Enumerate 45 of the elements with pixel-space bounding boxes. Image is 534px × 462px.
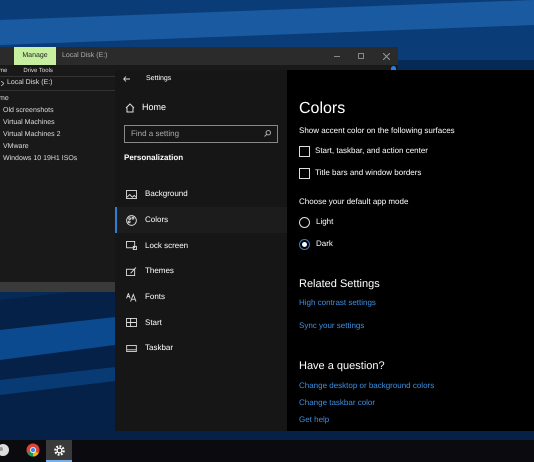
taskbar-icon	[126, 344, 137, 352]
help-icon[interactable]	[391, 66, 396, 70]
link[interactable]: Change desktop or background colors	[299, 380, 434, 392]
nav-item[interactable]: Background	[115, 182, 287, 208]
back-icon[interactable]	[123, 76, 130, 82]
link[interactable]: Change taskbar color	[299, 397, 376, 409]
nav-item[interactable]: Themes	[115, 258, 287, 284]
mode-label: Choose your default app mode	[299, 196, 410, 208]
link[interactable]: Get help	[299, 414, 330, 426]
section-heading: Personalization	[124, 152, 184, 164]
chevron-icon	[1, 81, 4, 86]
radio-label: Dark	[316, 238, 333, 250]
section-heading: Have a question?	[299, 358, 386, 374]
search-field[interactable]: Find a setting	[124, 124, 278, 142]
taskbar-button[interactable]	[46, 440, 72, 462]
link[interactable]: High contrast settings	[299, 296, 376, 308]
section-heading: Related Settings	[299, 277, 381, 292]
nav-item[interactable]: Fonts	[115, 284, 287, 310]
image-icon	[126, 190, 137, 199]
checkbox[interactable]	[299, 146, 310, 156]
nav-item[interactable]: Lock screen	[115, 232, 287, 259]
close-icon[interactable]	[383, 52, 390, 60]
checkbox-label: Start, taskbar, and action center	[315, 145, 428, 157]
app-icon	[0, 443, 10, 457]
checkbox-label: Title bars and window borders	[315, 167, 422, 179]
page-heading: Colors	[299, 99, 346, 119]
brush-icon	[126, 266, 137, 276]
home-item[interactable]: Home	[115, 101, 287, 114]
palette-icon	[126, 214, 137, 226]
chrome-icon	[26, 443, 40, 457]
maximize-icon[interactable]	[358, 53, 364, 59]
radio-label: Light	[316, 216, 334, 228]
nav-item[interactable]: Start	[115, 310, 287, 336]
nav-item[interactable]: Taskbar	[115, 336, 287, 362]
link[interactable]: Sync your settings	[299, 320, 364, 332]
radio-button[interactable]	[299, 238, 310, 250]
settings-icon	[52, 444, 66, 456]
home-icon	[125, 102, 135, 113]
tiles-icon	[126, 318, 137, 328]
nav-item[interactable]: Colors	[115, 207, 287, 233]
monitor-lock-icon	[126, 241, 137, 250]
accent-label: Show accent color on the following surfaces	[299, 125, 456, 137]
search-icon	[264, 130, 271, 137]
checkbox[interactable]	[299, 168, 310, 178]
font-icon	[126, 292, 137, 302]
